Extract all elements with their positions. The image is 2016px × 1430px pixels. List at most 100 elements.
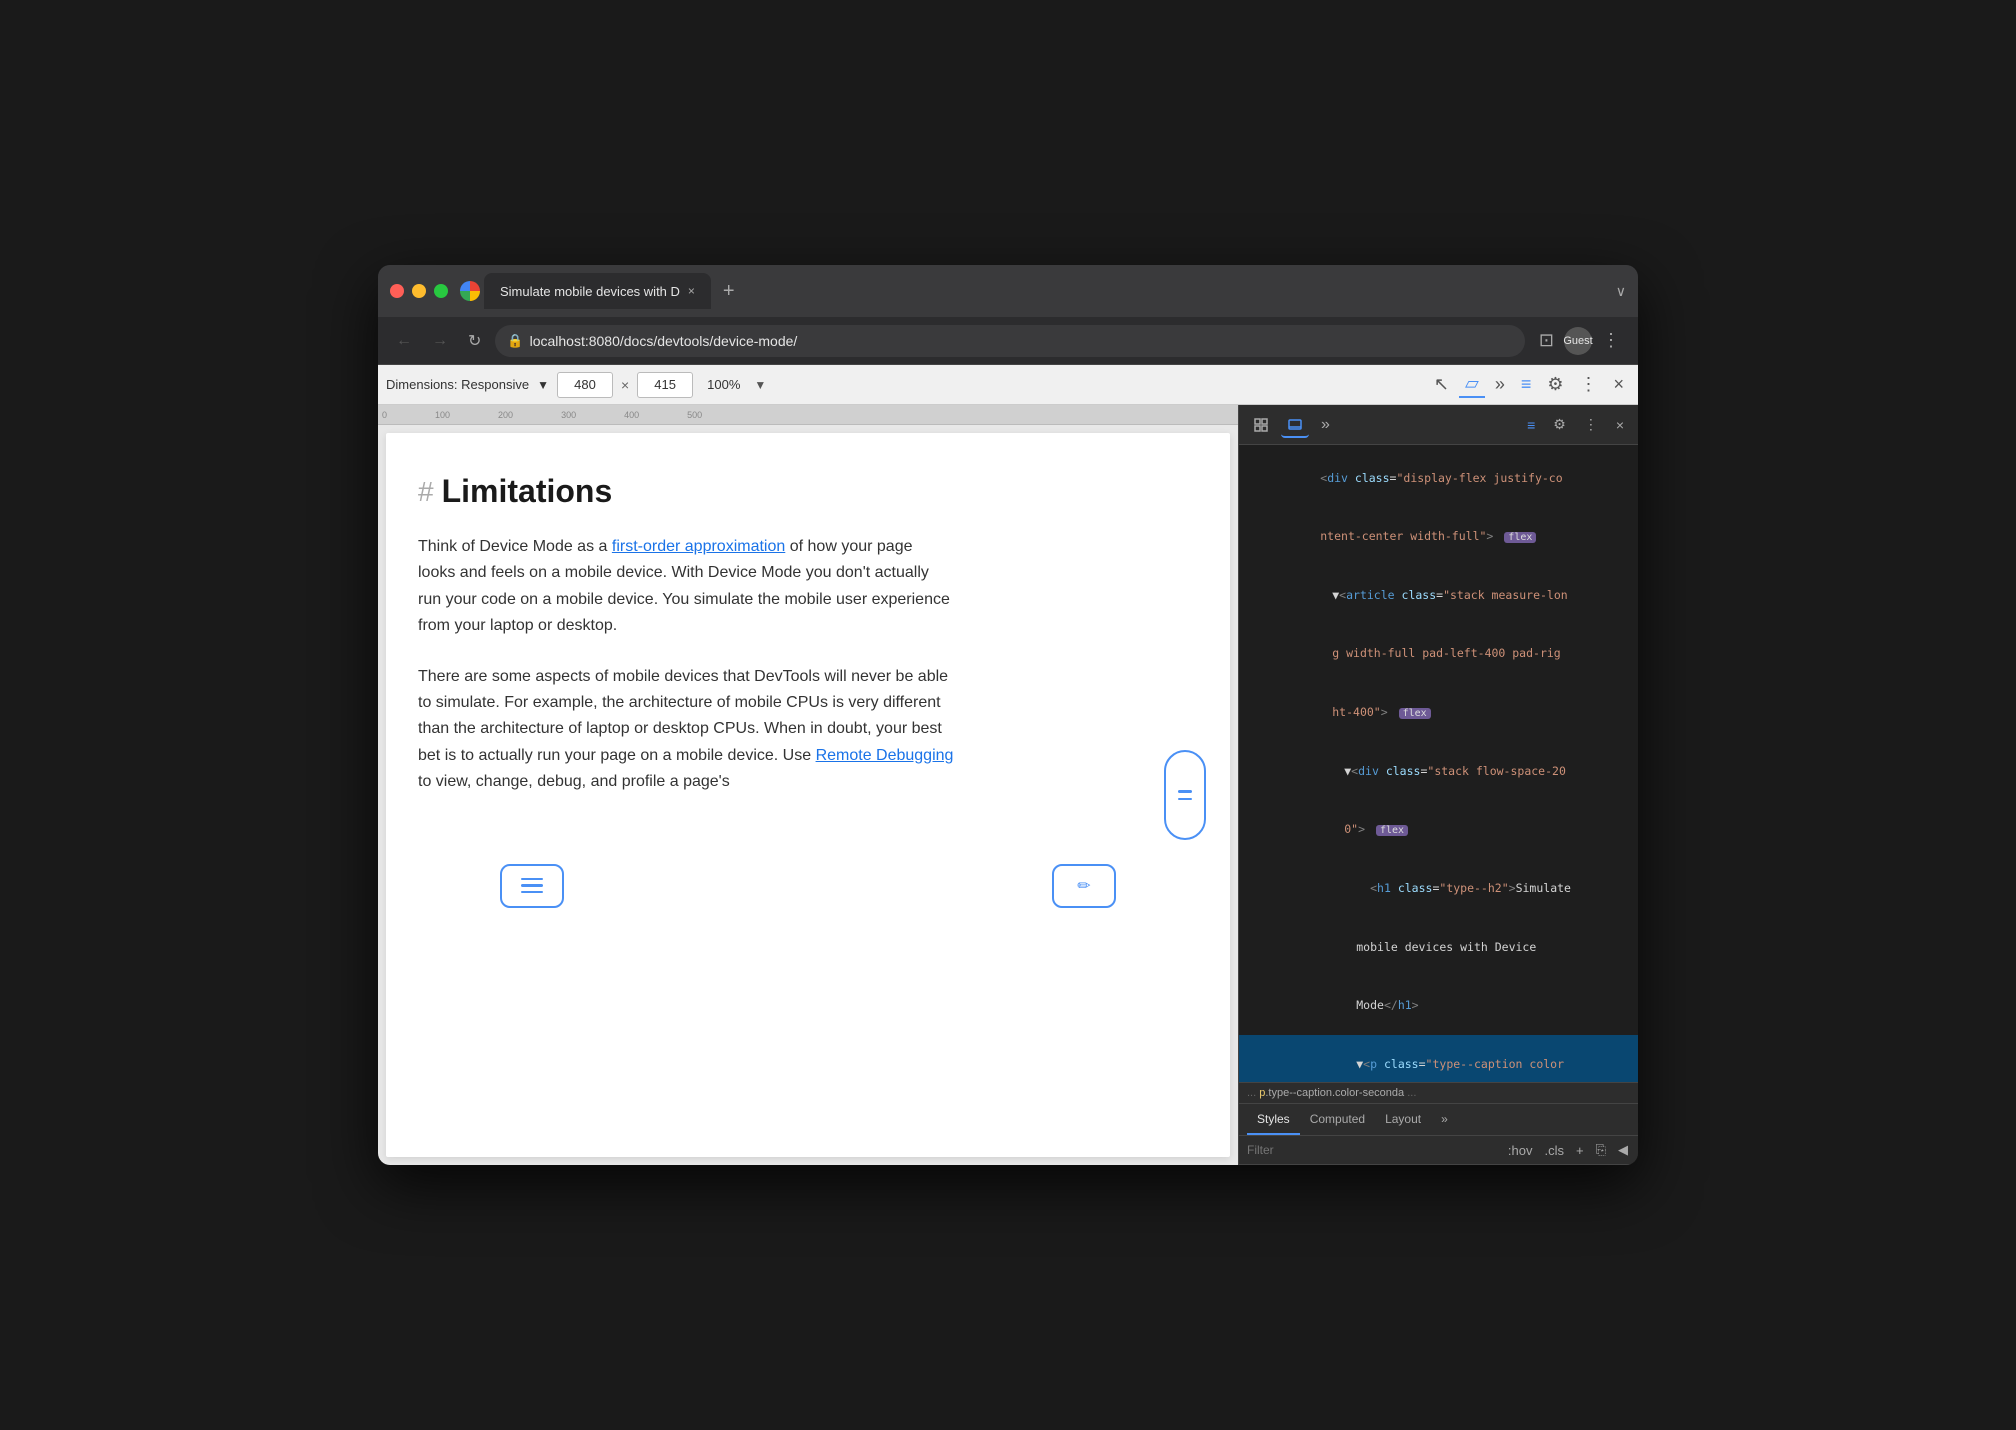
bottom-handles: ✏ <box>386 860 1230 912</box>
devtools-header: » ≡ ⚙ ⋮ × <box>1239 405 1638 445</box>
active-tab[interactable]: Simulate mobile devices with D × <box>484 273 711 309</box>
more-options-button[interactable]: ⋮ <box>1578 412 1604 437</box>
touch-handle-line <box>521 878 543 881</box>
lock-icon: 🔒 <box>507 333 523 349</box>
filter-cls-button[interactable]: .cls <box>1543 1141 1567 1160</box>
scroll-handle-lines <box>1178 790 1192 800</box>
page-heading: # Limitations <box>418 473 954 510</box>
elements-panel-button[interactable] <box>1247 413 1275 437</box>
toggle-sidebar-button[interactable]: ◀ <box>1616 1140 1630 1160</box>
tab-chevron-icon: ∨ <box>1616 283 1626 300</box>
html-line[interactable]: ntent-center width-full"> flex <box>1239 508 1638 567</box>
html-line[interactable]: mobile devices with Device <box>1239 918 1638 977</box>
inspect-element-button[interactable]: ↖ <box>1428 372 1455 397</box>
traffic-lights <box>390 284 448 298</box>
browser-window: Simulate mobile devices with D × + ∨ ← →… <box>378 265 1638 1165</box>
dimension-separator: × <box>621 377 629 393</box>
html-line[interactable]: Mode</h1> <box>1239 977 1638 1036</box>
elements-panel: <div class="display-flex justify-co nten… <box>1239 445 1638 1082</box>
minimize-traffic-light[interactable] <box>412 284 426 298</box>
scroll-handle-line <box>1178 790 1192 793</box>
new-tab-button[interactable]: + <box>715 280 743 303</box>
device-mode-button[interactable] <box>1281 412 1309 438</box>
page-title: Limitations <box>442 473 613 510</box>
scroll-handle[interactable] <box>1164 750 1206 840</box>
url-bar[interactable]: 🔒 localhost:8080/docs/devtools/device-mo… <box>495 325 1525 357</box>
title-bar: Simulate mobile devices with D × + ∨ <box>378 265 1638 317</box>
device-toolbar-button[interactable]: ▱ <box>1459 371 1485 398</box>
split-screen-button[interactable]: ⊡ <box>1533 326 1560 355</box>
zoom-arrow: ▼ <box>754 378 766 392</box>
chrome-icon <box>460 281 480 301</box>
console-drawer-button[interactable]: ≡ <box>1521 413 1541 437</box>
settings-button[interactable]: ⚙ <box>1547 412 1572 437</box>
close-devtools-button[interactable]: × <box>1610 413 1630 437</box>
tab-computed[interactable]: Computed <box>1300 1104 1375 1135</box>
html-line[interactable]: g width-full pad-left-400 pad-rig <box>1239 625 1638 684</box>
html-line[interactable]: 0"> flex <box>1239 801 1638 860</box>
html-line-selected[interactable]: ▼<p class="type--caption color <box>1239 1035 1638 1082</box>
styles-filter-bar: :hov .cls + ⎘ ◀ <box>1239 1136 1638 1165</box>
first-order-link[interactable]: first-order approximation <box>612 538 785 555</box>
viewport-content: # Limitations Think of Device Mode as a … <box>386 433 1230 1157</box>
main-area: 0 100 200 300 400 500 # Limitations Thin… <box>378 405 1638 1165</box>
url-text: localhost:8080/docs/devtools/device-mode… <box>530 333 798 349</box>
touch-handle-lines <box>521 878 543 894</box>
tab-bar: Simulate mobile devices with D × + <box>460 273 1604 309</box>
zoom-button[interactable]: 100% <box>701 375 746 394</box>
dropdown-arrow: ▼ <box>537 378 549 392</box>
scroll-handle-line <box>1178 798 1192 801</box>
filter-hov-button[interactable]: :hov <box>1506 1141 1535 1160</box>
address-bar: ← → ↻ 🔒 localhost:8080/docs/devtools/dev… <box>378 317 1638 365</box>
dimensions-label: Dimensions: Responsive <box>386 377 529 392</box>
devtools-toolbar: Dimensions: Responsive ▼ × 100% ▼ ↖ ▱ » … <box>378 365 1638 405</box>
reload-button[interactable]: ↻ <box>462 327 487 355</box>
console-button[interactable]: ≡ <box>1515 372 1538 397</box>
touch-handle-menu[interactable] <box>500 864 564 908</box>
maximize-traffic-light[interactable] <box>434 284 448 298</box>
profile-icon[interactable]: Guest <box>1564 327 1592 355</box>
paragraph-1: Think of Device Mode as a first-order ap… <box>418 534 954 640</box>
ruler-marks: 0 100 200 300 400 500 <box>382 410 702 420</box>
devtools-close-button[interactable]: × <box>1607 372 1630 397</box>
tab-close-button[interactable]: × <box>688 284 695 298</box>
copy-styles-button[interactable]: ⎘ <box>1594 1140 1608 1160</box>
more-tabs-button[interactable]: » <box>1489 372 1511 397</box>
devtools-toolbar-icons: ↖ ▱ » ≡ ⚙ ⋮ × <box>1428 371 1630 398</box>
add-style-rule-button[interactable]: + <box>1574 1141 1586 1160</box>
page-content: # Limitations Think of Device Mode as a … <box>386 433 986 860</box>
styles-filter-input[interactable] <box>1247 1143 1498 1157</box>
close-traffic-light[interactable] <box>390 284 404 298</box>
height-input[interactable] <box>637 372 693 398</box>
selector-breadcrumb: ... p.type--caption.color-seconda ... <box>1239 1082 1638 1103</box>
browser-actions: ⊡ Guest ⋮ <box>1533 326 1626 355</box>
styles-tabs: Styles Computed Layout » <box>1239 1104 1638 1136</box>
pen-icon: ✏ <box>1077 876 1090 896</box>
width-input[interactable] <box>557 372 613 398</box>
back-button[interactable]: ← <box>390 328 418 354</box>
html-line[interactable]: ▼<article class="stack measure-lon <box>1239 566 1638 625</box>
touch-handle-pen[interactable]: ✏ <box>1052 864 1116 908</box>
tab-layout[interactable]: Layout <box>1375 1104 1431 1135</box>
browser-menu-button[interactable]: ⋮ <box>1596 326 1626 355</box>
viewport-ruler: 0 100 200 300 400 500 <box>378 405 1238 425</box>
remote-debugging-link[interactable]: Remote Debugging <box>816 747 954 764</box>
touch-handle-line <box>521 884 543 887</box>
devtools-panel: » ≡ ⚙ ⋮ × <div class="display-flex justi… <box>1238 405 1638 1165</box>
forward-button[interactable]: → <box>426 328 454 354</box>
more-panels-button[interactable]: » <box>1315 412 1336 438</box>
touch-handle-line <box>521 891 543 894</box>
devtools-more-button[interactable]: ⋮ <box>1573 372 1603 397</box>
html-line[interactable]: ht-400"> flex <box>1239 684 1638 743</box>
html-line[interactable]: <div class="display-flex justify-co <box>1239 449 1638 508</box>
heading-hash: # <box>418 476 434 508</box>
tab-more[interactable]: » <box>1431 1104 1458 1135</box>
paragraph-2: There are some aspects of mobile devices… <box>418 664 954 796</box>
styles-panel: Styles Computed Layout » :hov .cls <box>1239 1103 1638 1165</box>
tab-styles[interactable]: Styles <box>1247 1104 1300 1135</box>
devtools-settings-button[interactable]: ⚙ <box>1541 372 1569 397</box>
tab-title: Simulate mobile devices with D <box>500 284 680 299</box>
html-line[interactable]: <h1 class="type--h2">Simulate <box>1239 859 1638 918</box>
html-line[interactable]: ▼<div class="stack flow-space-20 <box>1239 742 1638 801</box>
viewport: 0 100 200 300 400 500 # Limitations Thin… <box>378 405 1238 1165</box>
